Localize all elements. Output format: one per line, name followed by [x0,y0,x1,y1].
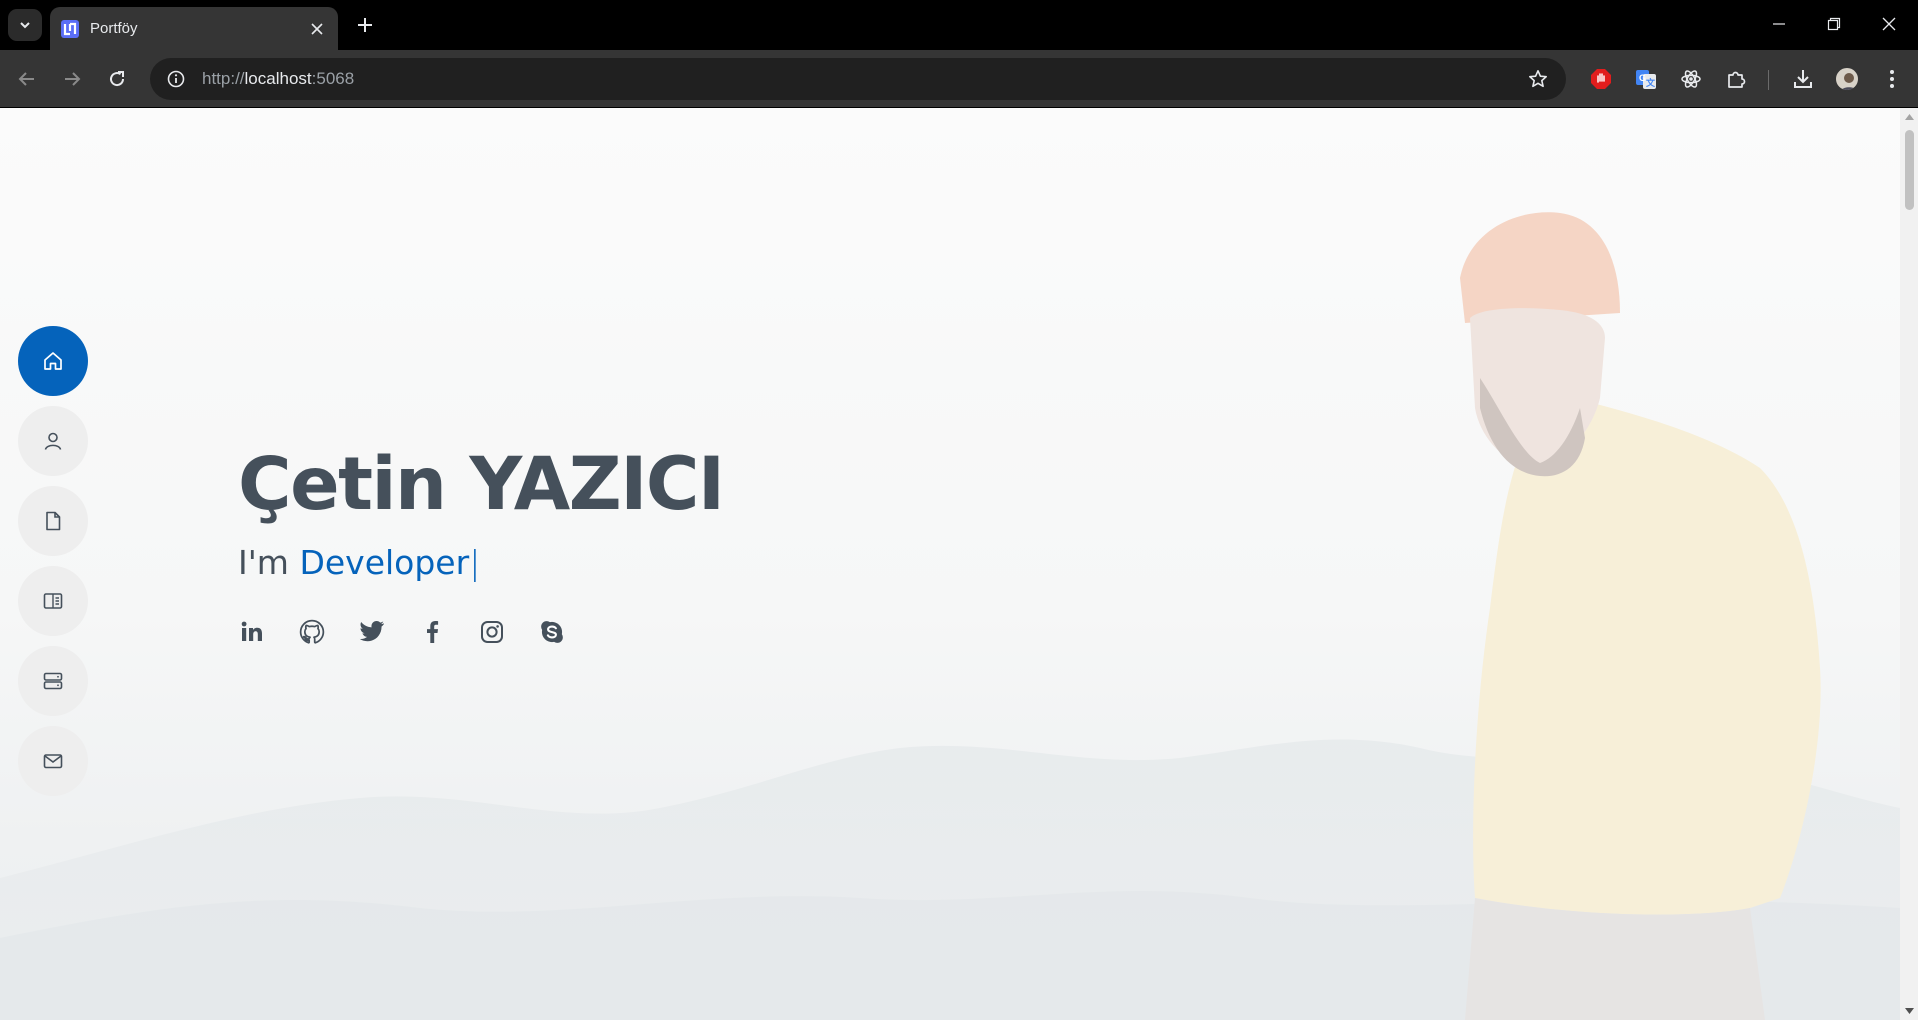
close-icon [311,22,323,35]
profile-avatar[interactable] [1834,66,1860,92]
scroll-up-button[interactable] [1904,112,1914,122]
nav-contact-button[interactable] [18,726,88,796]
triangle-up-icon [1904,114,1914,120]
tagline-prefix: I'm [238,543,300,582]
skype-icon [541,621,563,643]
github-link[interactable] [298,618,326,646]
arrow-right-icon [65,72,81,86]
translate-extension-button[interactable]: G文 [1630,63,1662,95]
url-host: localhost [244,69,312,88]
instagram-icon [481,621,503,643]
nav-services-button[interactable] [18,646,88,716]
toolbar-separator [1768,70,1769,90]
chevron-down-icon [20,22,30,29]
browser-toolbar: http://localhost:5068 G文 [0,50,1918,108]
linkedin-icon [241,621,262,641]
close-window-button[interactable] [1866,8,1912,40]
google-translate-icon: G文 [1636,70,1656,89]
linkedin-link[interactable] [238,618,266,646]
server-icon [43,672,63,690]
hero-tagline: I'm Developer| [238,543,724,582]
info-icon [167,70,185,88]
nav-home-button[interactable] [18,326,88,396]
tab-search-button[interactable] [8,9,42,41]
svg-text:文: 文 [1645,77,1656,88]
extensions-button[interactable] [1720,63,1752,95]
skype-link[interactable] [538,618,566,646]
bookmark-button[interactable] [1518,59,1558,99]
typed-role: Developer [299,543,470,582]
star-icon [1529,70,1547,88]
file-icon [46,511,61,531]
back-button[interactable] [10,62,44,96]
social-links [238,618,724,646]
minimize-icon [1773,23,1785,25]
house-icon [44,352,62,370]
tab-close-button[interactable] [306,18,328,40]
restore-icon [1827,17,1841,31]
facebook-link[interactable] [418,618,446,646]
hero-section: Çetin YAZICI I'm Developer| [238,442,725,646]
facebook-icon [427,621,439,643]
url-scheme: http:// [202,69,245,88]
browser-tab[interactable]: Portföy [50,7,338,50]
forward-button[interactable] [55,62,89,96]
tab-title: Portföy [90,20,138,37]
twitter-icon [359,621,384,642]
page-viewport: Çetin YAZICI I'm Developer| [0,108,1900,1020]
address-bar[interactable]: http://localhost:5068 [150,58,1566,100]
reload-button[interactable] [100,62,134,96]
download-icon [1794,70,1812,88]
reload-icon [110,71,125,87]
plus-icon [358,18,372,32]
puzzle-icon [1728,71,1746,88]
person-icon [44,432,62,450]
restore-button[interactable] [1811,8,1857,40]
url-port: :5068 [311,69,355,88]
minimize-button[interactable] [1756,8,1802,40]
browser-title-bar: Portföy [0,0,1918,50]
github-icon [299,619,325,644]
kebab-menu-icon [1890,70,1894,88]
downloads-button[interactable] [1787,63,1819,95]
envelope-icon [43,754,63,769]
scroll-down-button[interactable] [1904,1006,1914,1016]
page-scrollbar[interactable] [1900,108,1918,1020]
close-icon [1882,17,1896,31]
book-icon [43,593,63,609]
nav-about-button[interactable] [18,406,88,476]
site-info-button[interactable] [156,59,196,99]
nav-resume-button[interactable] [18,486,88,556]
react-atom-icon [1681,70,1701,88]
browser-menu-button[interactable] [1876,63,1908,95]
url-text: http://localhost:5068 [202,69,1518,89]
adblock-extension-button[interactable] [1585,63,1617,95]
react-devtools-extension-button[interactable] [1675,63,1707,95]
new-tab-button[interactable] [352,12,378,38]
stop-hand-icon [1591,69,1611,89]
triangle-down-icon [1904,1008,1914,1014]
hero-name: Çetin YAZICI [238,442,725,527]
nav-portfolio-button[interactable] [18,566,88,636]
portfolio-favicon-icon [61,19,79,38]
typed-cursor: | [469,543,481,582]
scrollbar-thumb[interactable] [1905,130,1914,210]
twitter-link[interactable] [358,618,386,646]
svg-text:G: G [1639,73,1646,83]
instagram-link[interactable] [478,618,506,646]
side-navigation [18,326,88,796]
profile-avatar-icon [1841,73,1857,90]
arrow-left-icon [18,72,34,86]
